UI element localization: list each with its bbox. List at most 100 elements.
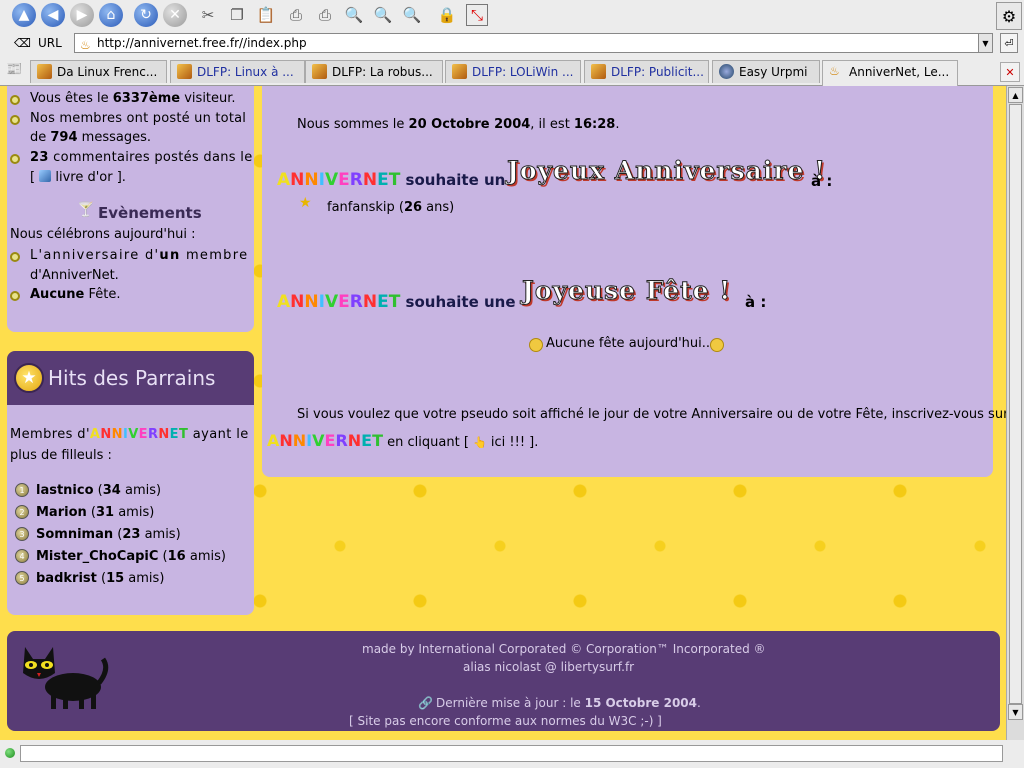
back-dropdown-icon[interactable]: ◀: [41, 3, 65, 27]
birthday-wish-line: ANNIVERNET souhaite un: [277, 170, 506, 190]
brand-letter: E: [377, 292, 389, 312]
sad-smiley-icon: [710, 338, 724, 352]
medal-2-icon: 2: [15, 505, 29, 519]
home-icon[interactable]: ⌂: [99, 3, 123, 27]
url-input[interactable]: ♨ http://annivernet.free.fr//index.php: [74, 33, 980, 53]
scroll-up-icon[interactable]: ▲: [1008, 87, 1023, 103]
parrain-row-5: badkrist (15 amis): [36, 571, 165, 586]
no-fete-text: Aucune fête aujourd'hui...: [546, 336, 715, 351]
forward-icon[interactable]: ▶: [70, 3, 94, 27]
guestbook-line: [ livre d'or ].: [30, 170, 126, 185]
status-field: [20, 745, 1003, 762]
fete-wish-line: ANNIVERNET souhaite une: [277, 292, 516, 312]
print-preview-icon[interactable]: ⎙: [314, 4, 336, 26]
brand-letter: N: [347, 431, 362, 450]
guestbook-link[interactable]: livre d'or: [55, 170, 112, 185]
bullet-icon: [10, 154, 20, 164]
tab-annivernet[interactable]: ♨ AnniverNet, Le...: [822, 60, 958, 86]
zoom-out-icon[interactable]: 🔍: [401, 4, 423, 26]
stats-panel: Vous êtes le 6337ème visiteur. Nos membr…: [7, 86, 254, 332]
fullscreen-icon[interactable]: ⤡: [466, 4, 488, 26]
brand-letter: A: [277, 292, 291, 312]
today-text: Nous célébrons aujourd'hui :: [10, 227, 196, 242]
footer-alias: alias nicolast @ libertysurf.fr: [463, 660, 635, 674]
parrains-header: ★ Hits des Parrains: [7, 351, 254, 405]
tab-dlfp-robus[interactable]: DLFP: La robus...: [305, 60, 443, 83]
zoom-icon[interactable]: 🔍: [343, 4, 365, 26]
brand-letter: N: [100, 427, 112, 442]
tab-dlfp-linux[interactable]: DLFP: Linux à ...: [170, 60, 305, 83]
browser-toolbar: ▲ ◀ ▶ ⌂ ↻ ✕ ✂ ❐ 📋 ⎙ ⎙ 🔍 🔍 🔍 🔒 ⤡ ⚙: [0, 0, 1024, 30]
close-tab-icon[interactable]: ✕: [1000, 62, 1020, 82]
page-scrollbar[interactable]: ▲ ▼: [1006, 86, 1024, 740]
scroll-thumb[interactable]: [1009, 104, 1022, 704]
brand-letter: A: [277, 170, 291, 190]
copy-icon[interactable]: ❐: [226, 4, 248, 26]
brand-letter: V: [324, 170, 339, 190]
url-label: URL: [38, 36, 62, 50]
brand-letter: E: [169, 427, 179, 442]
posts-count: de 794 messages.: [30, 130, 151, 145]
birthday-colon: à :: [811, 172, 833, 190]
tab-dlfp-home[interactable]: Da Linux Frenc...: [30, 60, 167, 83]
annivernet-favicon-icon: ♨: [829, 64, 840, 78]
brand-letter: E: [338, 170, 350, 190]
black-cat-icon: [23, 647, 109, 709]
parrain-name[interactable]: Somniman: [36, 527, 113, 542]
parrains-intro-line2: plus de filleuls :: [10, 448, 112, 463]
fete-colon: à :: [745, 293, 767, 311]
lock-icon[interactable]: 🔒: [436, 4, 458, 26]
anniversary-line2: d'AnniverNet.: [30, 268, 119, 283]
tab-easy-urpmi[interactable]: Easy Urpmi: [712, 60, 820, 83]
signup-link[interactable]: ici !!!: [491, 435, 525, 450]
brand-letter: N: [290, 292, 305, 312]
bullet-icon: [10, 252, 20, 262]
gear-icon[interactable]: ⚙: [996, 2, 1022, 30]
dlfp-favicon-icon: [591, 64, 606, 79]
url-dropdown-icon[interactable]: ▼: [978, 33, 993, 53]
go-icon[interactable]: ⏎: [1000, 33, 1018, 53]
medal-3-icon: 3: [15, 527, 29, 541]
reload-icon[interactable]: ↻: [134, 3, 158, 27]
brand-letter: R: [349, 292, 363, 312]
parrain-name[interactable]: lastnico: [36, 483, 94, 498]
url-text: http://annivernet.free.fr//index.php: [97, 36, 307, 50]
signup-line2: ANNIVERNET en cliquant [ 👆 ici !!! ].: [267, 431, 539, 450]
footer-made-by: made by International Corporated © Corpo…: [362, 642, 766, 656]
brand-letter: T: [388, 170, 401, 190]
brand-letter: R: [147, 427, 159, 442]
dlfp-favicon-icon: [452, 64, 467, 79]
brand-letter: N: [362, 292, 378, 312]
dlfp-favicon-icon: [37, 64, 52, 79]
joyeux-anniversaire-logo: Joyeux Anniversaire !: [506, 156, 827, 186]
annivernet-logo-text: ANNIVERNET: [277, 170, 400, 190]
scroll-down-icon[interactable]: ▼: [1008, 704, 1023, 720]
tab-dlfp-loliwin[interactable]: DLFP: LOLiWin ...: [445, 60, 581, 83]
annivernet-logo-text: ANNIVERNET: [267, 431, 383, 450]
cut-icon[interactable]: ✂: [197, 4, 219, 26]
print-icon[interactable]: ⎙: [285, 4, 307, 26]
stop-icon[interactable]: ✕: [163, 3, 187, 27]
brand-letter: N: [290, 170, 305, 190]
bullet-icon: [10, 115, 20, 125]
brand-letter: V: [128, 427, 139, 442]
parrains-panel: Membres d'ANNIVERNET ayant le plus de fi…: [7, 405, 254, 615]
tab-dlfp-publicite[interactable]: DLFP: Publicit...: [584, 60, 709, 83]
parrain-name[interactable]: Mister_ChoCapiC: [36, 549, 158, 564]
clear-url-icon[interactable]: ⌫: [14, 36, 31, 50]
annivernet-logo-text: ANNIVERNET: [90, 427, 188, 442]
brand-letter: V: [312, 431, 325, 450]
back-icon[interactable]: ▲: [12, 3, 36, 27]
parrain-name[interactable]: Marion: [36, 505, 87, 520]
paste-icon[interactable]: 📋: [255, 4, 277, 26]
footer-last-update: Dernière mise à jour : le 15 Octobre 200…: [436, 696, 701, 710]
brand-letter: N: [304, 170, 319, 190]
brand-letter: E: [338, 292, 350, 312]
zoom-in-icon[interactable]: 🔍: [372, 4, 394, 26]
brand-letter: E: [377, 170, 389, 190]
cocktail-icon: 🍸: [77, 202, 95, 218]
parrain-name[interactable]: badkrist: [36, 571, 97, 586]
medal-1-icon: 1: [15, 483, 29, 497]
new-tab-icon[interactable]: 📰: [6, 62, 22, 77]
parrain-row-1: lastnico (34 amis): [36, 483, 162, 498]
